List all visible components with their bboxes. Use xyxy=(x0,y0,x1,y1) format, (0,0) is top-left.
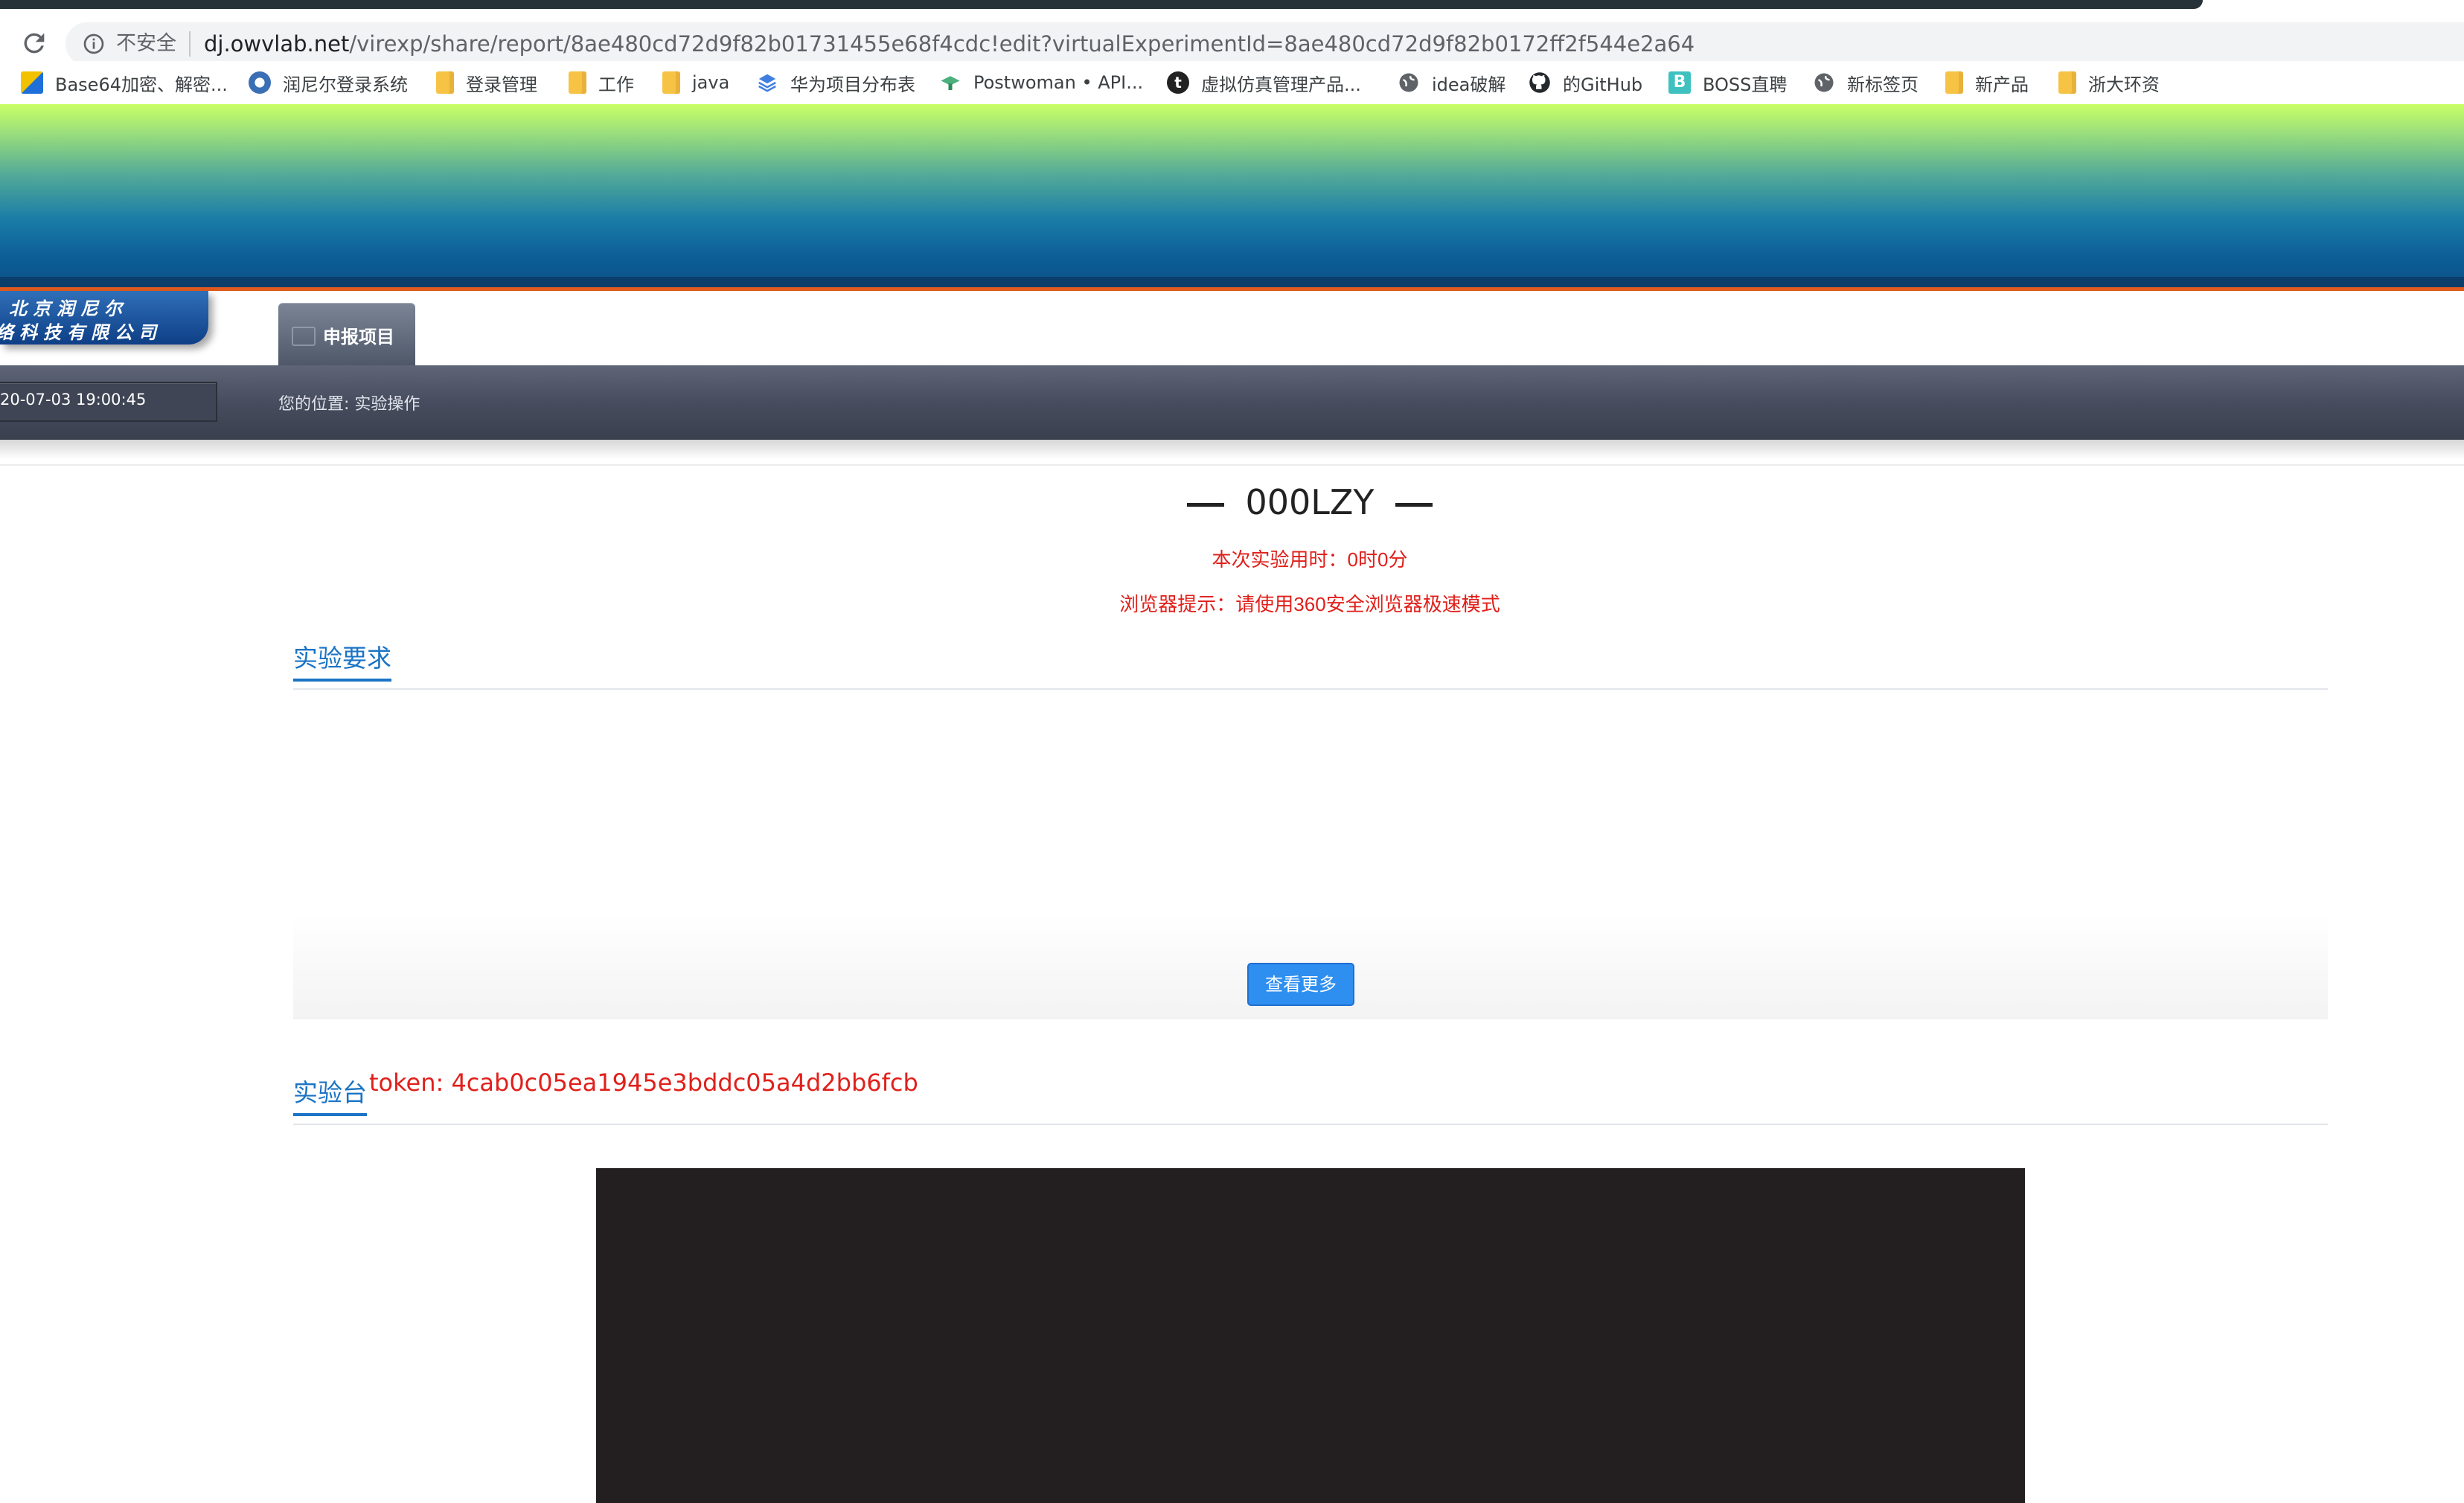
experiment-workbench-canvas[interactable] xyxy=(596,1168,2025,1503)
bookmark-label: 登录管理 xyxy=(466,74,537,95)
content-divider xyxy=(0,464,2464,466)
bookmark-label: java xyxy=(692,72,730,93)
bookmark-postwoman[interactable]: Postwoman • API... xyxy=(939,68,1143,97)
browser-tab-strip xyxy=(0,0,2203,9)
bookmarks-bar: Base64加密、解密... 润尼尔登录系统 登录管理 工作 java 华为项目… xyxy=(0,61,2464,105)
nav-tab-label: 申报项目 xyxy=(323,327,394,347)
info-icon[interactable] xyxy=(82,32,106,56)
bookmark-label: 新产品 xyxy=(1975,74,2029,95)
view-more-button[interactable]: 查看更多 xyxy=(1247,963,1354,1006)
bookmark-boss[interactable]: B BOSS直聘 xyxy=(1668,68,1787,97)
duration-hours-unit: 时 xyxy=(1357,549,1377,571)
reload-icon[interactable] xyxy=(19,28,49,58)
bookmark-runnier-login[interactable]: 润尼尔登录系统 xyxy=(249,68,408,97)
duration-hours: 0 xyxy=(1347,548,1358,571)
bookmark-label: 的GitHub xyxy=(1563,74,1643,95)
bookmark-github[interactable]: 的GitHub xyxy=(1529,68,1642,97)
bookmark-huawei-table[interactable]: 华为项目分布表 xyxy=(756,68,915,97)
title-dash-left xyxy=(1187,503,1225,507)
layers-icon xyxy=(758,74,776,92)
t-logo-icon: t xyxy=(1167,71,1189,94)
company-logo[interactable]: 北京润尼尔 络科技有限公司 xyxy=(0,291,208,344)
folder-icon xyxy=(662,71,680,94)
logo-line-2: 络科技有限公司 xyxy=(0,321,162,343)
bookmark-label: Base64加密、解密... xyxy=(55,74,228,95)
hint-prefix: 浏览器提示：请使用 xyxy=(1119,594,1294,616)
github-icon xyxy=(1529,72,1550,93)
address-bar-divider xyxy=(189,31,191,57)
hint-number: 360 xyxy=(1293,593,1326,615)
boss-icon: B xyxy=(1668,71,1691,94)
bookmark-label: BOSS直聘 xyxy=(1703,74,1788,95)
folder-icon xyxy=(569,71,586,94)
token-text: token: 4cab0c05ea1945e3bddc05a4d2bb6fcb xyxy=(369,1068,918,1097)
breadcrumb: 您的位置: 实验操作 xyxy=(278,395,420,414)
title-dash-right xyxy=(1395,503,1433,507)
datetime-box: 20-07-03 19:00:45 xyxy=(0,382,217,422)
duration-minutes-unit: 分 xyxy=(1388,549,1408,571)
bookmark-label: 新标签页 xyxy=(1847,74,1919,95)
bookmark-virtual-sim-admin[interactable]: t 虚拟仿真管理产品... xyxy=(1167,68,1361,97)
section-rule-workbench xyxy=(293,1124,2328,1125)
report-title: 000LZY xyxy=(0,476,2464,528)
duration-minutes: 0 xyxy=(1377,548,1389,571)
project-icon xyxy=(292,327,316,346)
globe-logo-icon xyxy=(249,71,271,94)
bookmark-new-product[interactable]: 新产品 xyxy=(1945,68,2029,97)
status-band-shadow xyxy=(0,440,2464,459)
bookmark-label: 华为项目分布表 xyxy=(790,74,915,95)
bookmark-label: Postwoman • API... xyxy=(973,72,1144,93)
bookmark-java[interactable]: java xyxy=(662,68,729,97)
hint-suffix: 安全浏览器极速模式 xyxy=(1325,594,1500,616)
bookmark-new-tab[interactable]: 新标签页 xyxy=(1813,68,1919,97)
bookmark-work[interactable]: 工作 xyxy=(569,68,634,97)
bookmark-label: 浙大环资 xyxy=(2088,74,2160,95)
folder-icon xyxy=(1945,71,1963,94)
security-status-label[interactable]: 不安全 xyxy=(116,30,176,58)
site-banner xyxy=(0,104,2464,290)
bookmark-zju[interactable]: 浙大环资 xyxy=(2058,68,2160,97)
bookmark-idea[interactable]: idea破解 xyxy=(1398,68,1505,97)
bookmark-label: 润尼尔登录系统 xyxy=(283,74,408,95)
globe-icon xyxy=(1814,73,1834,92)
bookmark-label: idea破解 xyxy=(1432,74,1506,95)
experiment-duration: 本次实验用时：0时0分 xyxy=(0,545,2464,572)
section-title-requirements: 实验要求 xyxy=(293,643,391,682)
bookmark-label: 虚拟仿真管理产品... xyxy=(1201,74,1361,95)
bookmark-base64[interactable]: Base64加密、解密... xyxy=(21,68,228,97)
section-title-workbench: 实验台 xyxy=(293,1077,367,1116)
folder-icon xyxy=(2058,71,2076,94)
duration-label: 本次实验用时： xyxy=(1212,549,1348,571)
base64-tool-icon xyxy=(21,71,43,94)
url-host: dj.owvlab.net xyxy=(204,31,350,57)
report-title-text: 000LZY xyxy=(1245,482,1375,522)
datetime-text: 20-07-03 19:00:45 xyxy=(0,391,147,408)
section-rule-requirements xyxy=(293,688,2328,690)
nav-tab-declare-project[interactable]: 申报项目 xyxy=(278,303,415,365)
browser-hint: 浏览器提示：请使用360安全浏览器极速模式 xyxy=(0,589,2464,617)
postwoman-icon xyxy=(941,76,960,90)
folder-icon xyxy=(436,71,454,94)
bookmark-login-admin[interactable]: 登录管理 xyxy=(436,68,537,97)
url-path: /virexp/share/report/8ae480cd72d9f82b017… xyxy=(349,31,1695,57)
logo-line-1: 北京润尼尔 xyxy=(9,298,128,319)
address-bar[interactable]: 不安全 dj.owvlab.net/virexp/share/report/8a… xyxy=(65,22,2464,65)
globe-icon xyxy=(1399,73,1418,92)
bookmark-label: 工作 xyxy=(598,74,634,95)
url-text[interactable]: dj.owvlab.net/virexp/share/report/8ae480… xyxy=(204,29,1695,59)
browser-toolbar: 不安全 dj.owvlab.net/virexp/share/report/8a… xyxy=(0,9,2464,65)
